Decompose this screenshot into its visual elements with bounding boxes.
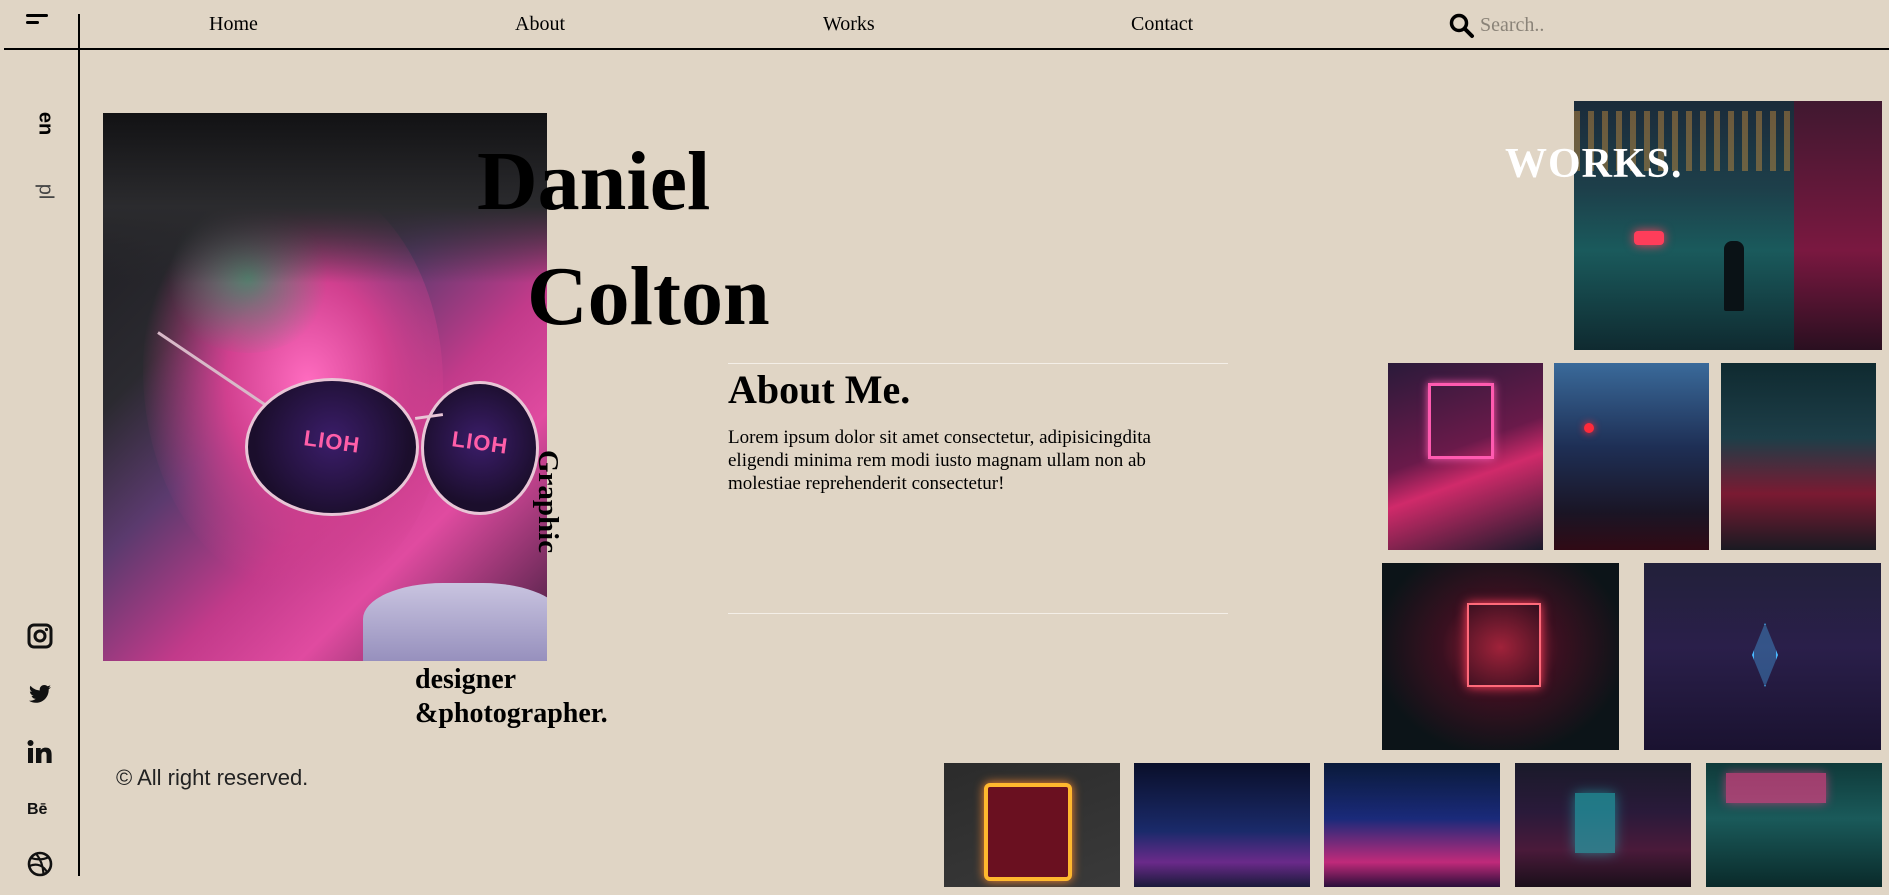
language-en-option[interactable]: en (34, 109, 57, 139)
work-thumbnail-shop-front[interactable] (1382, 563, 1619, 750)
nav-contact-link[interactable]: Contact (1131, 13, 1193, 36)
search-input[interactable] (1480, 10, 1660, 40)
behance-icon[interactable]: Bē (26, 794, 54, 822)
twitter-icon[interactable] (26, 680, 54, 708)
hero-last-name: Colton (527, 250, 770, 343)
work-thumbnail-crosswalk[interactable] (1554, 363, 1709, 550)
about-top-divider (728, 363, 1228, 364)
work-thumbnail-doorway[interactable] (1515, 763, 1691, 887)
work-thumbnail-cyan-sign[interactable] (1706, 763, 1882, 887)
linkedin-icon[interactable] (26, 738, 54, 766)
work-thumbnail-street[interactable] (1574, 101, 1882, 350)
about-title: About Me. (728, 367, 911, 412)
hero-first-name: Daniel (477, 135, 711, 228)
svg-text:Bē: Bē (27, 801, 48, 818)
menu-icon[interactable] (14, 8, 58, 38)
search-icon[interactable] (1449, 13, 1475, 39)
nav-works-link[interactable]: Works (823, 13, 875, 36)
nav-about-link[interactable]: About (515, 13, 565, 36)
sidebar-divider (78, 14, 80, 876)
hero-role-line2: &photographer. (415, 698, 608, 729)
about-text: Lorem ipsum dolor sit amet consectetur, … (728, 427, 1151, 494)
work-thumbnail-city-night[interactable] (1721, 363, 1876, 550)
lens-reflection-text: LIOH (450, 426, 510, 459)
copyright-text: © All right reserved. (116, 765, 309, 790)
language-pl-option[interactable]: pl (34, 177, 57, 207)
nav-home-link[interactable]: Home (209, 13, 258, 36)
hero-role: designer &photographer. (415, 663, 608, 731)
lens-reflection-text: LIOH (302, 424, 362, 458)
work-thumbnail-tower-sign[interactable] (944, 763, 1120, 887)
work-thumbnail-neon-diamond[interactable] (1644, 563, 1881, 750)
hero-role-vertical: Graphic (532, 450, 564, 554)
about-bottom-divider (728, 613, 1228, 614)
work-thumbnail-neon-sign[interactable] (1388, 363, 1543, 550)
header-divider (4, 48, 1889, 50)
work-thumbnail-alley[interactable] (1324, 763, 1500, 887)
instagram-icon[interactable] (26, 622, 54, 650)
works-title: WORKS. (1505, 141, 1683, 187)
work-thumbnail-city-crossing[interactable] (1134, 763, 1310, 887)
dribbble-icon[interactable] (26, 850, 54, 878)
hero-role-line1: designer (415, 664, 517, 695)
